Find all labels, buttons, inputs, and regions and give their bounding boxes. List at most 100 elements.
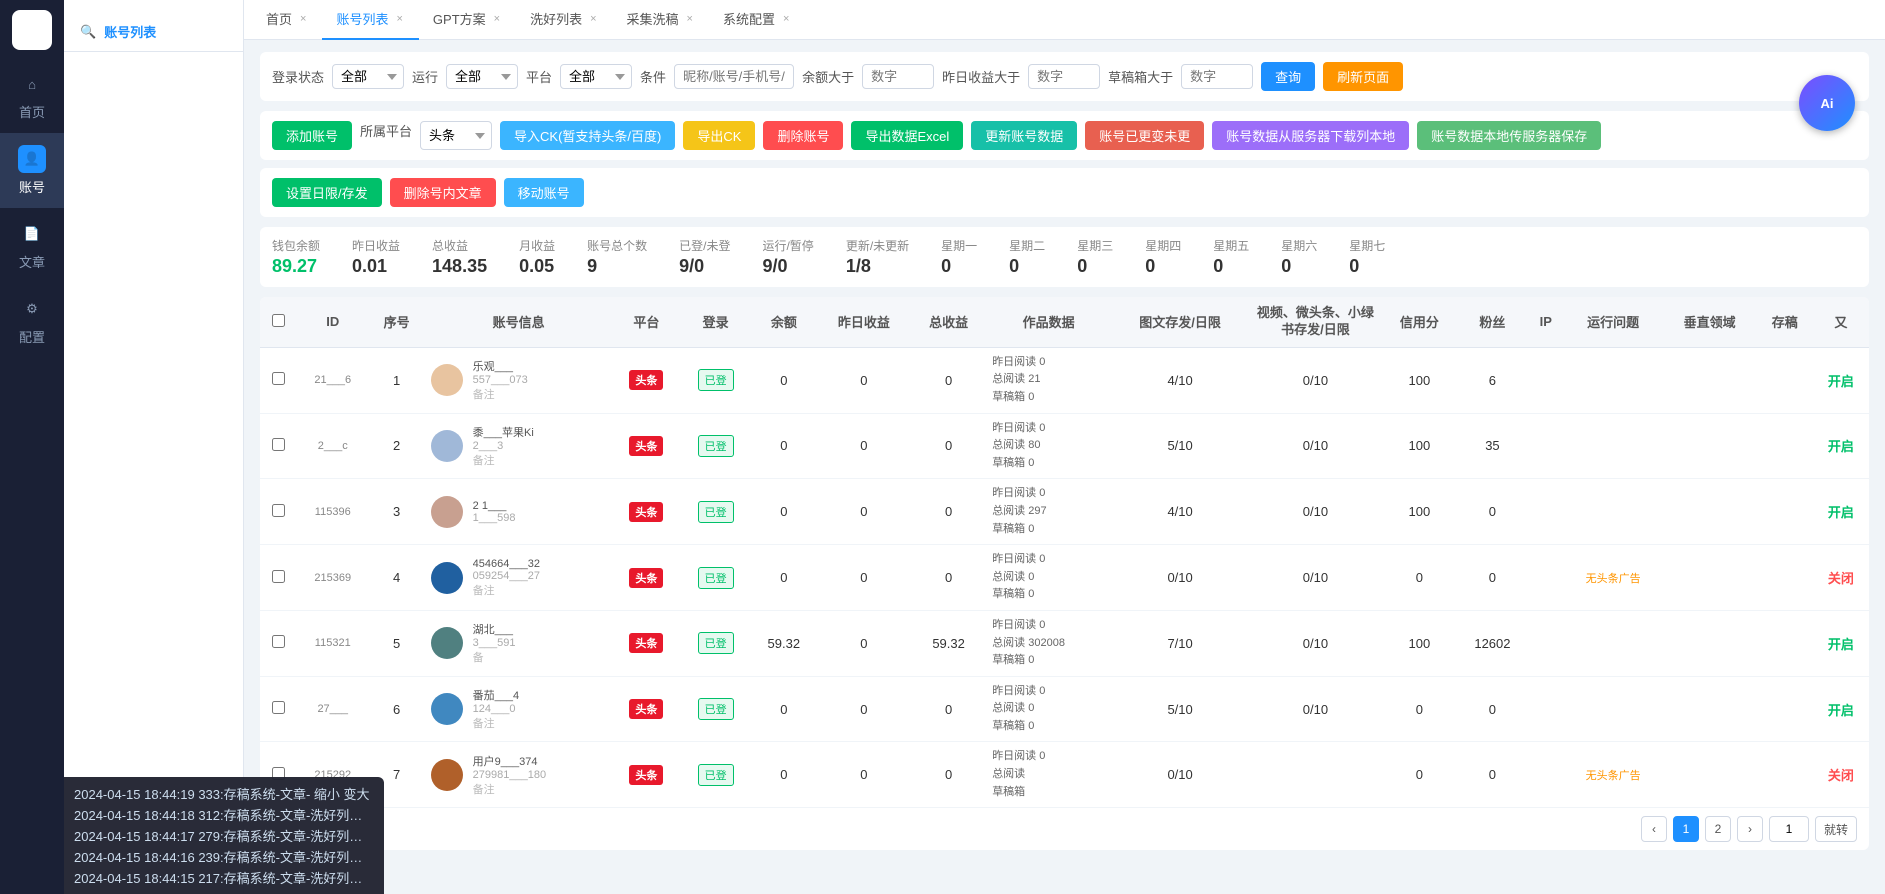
add-account-button[interactable]: 添加账号 [272, 121, 352, 150]
tab-gpt-close[interactable]: × [492, 13, 502, 25]
platform-select[interactable]: 全部头条百度 [560, 64, 632, 89]
row-checkbox[interactable] [260, 676, 297, 742]
row-draft [1757, 347, 1813, 413]
row-run-issue: 无头条广告 [1564, 545, 1663, 611]
row-works-data: 昨日阅读 0 总阅读 302008 草稿箱 0 [986, 610, 1111, 676]
row-fans: 0 [1457, 742, 1528, 808]
query-button[interactable]: 查询 [1261, 62, 1315, 91]
login-status-select[interactable]: 全部已登未登 [332, 64, 404, 89]
delete-content-button[interactable]: 删除号内文章 [390, 178, 496, 207]
sidebar-item-article[interactable]: 📄 文章 [0, 208, 64, 283]
col-draft: 存稿 [1757, 297, 1813, 347]
col-vertical: 垂直领域 [1662, 297, 1756, 347]
row-draft [1757, 610, 1813, 676]
balance-input[interactable] [862, 64, 934, 89]
search-input[interactable] [674, 64, 794, 89]
row-fans: 35 [1457, 413, 1528, 479]
row-account-info: 用户9___374 279981___180 备注 [425, 742, 613, 808]
row-checkbox[interactable] [260, 479, 297, 545]
row-draft [1757, 742, 1813, 808]
row-login: 已登 [680, 347, 751, 413]
row-seq: 3 [369, 479, 425, 545]
tab-wash-list-close[interactable]: × [588, 13, 598, 25]
row-balance: 0 [751, 545, 817, 611]
row-works-data: 昨日阅读 0 总阅读 0 草稿箱 0 [986, 545, 1111, 611]
col-fans: 粉丝 [1457, 297, 1528, 347]
table-row: 115321 5 湖北___ 3___591 备 头条 已登 59.32 0 5… [260, 610, 1869, 676]
tab-account-list-close[interactable]: × [394, 13, 404, 25]
next-page-btn[interactable]: › [1737, 816, 1763, 842]
set-limit-button[interactable]: 设置日限/存发 [272, 178, 382, 207]
accounts-table: ID 序号 账号信息 平台 登录 余额 昨日收益 总收益 作品数据 图文存发/日… [260, 297, 1869, 808]
row-total: 0 [911, 742, 986, 808]
table-row: 21___6 1 乐观___ 557___073 备注 头条 已登 0 0 0 … [260, 347, 1869, 413]
delete-account-button[interactable]: 删除账号 [763, 121, 843, 150]
row-credit: 0 [1382, 545, 1457, 611]
tab-system-config-close[interactable]: × [781, 13, 791, 25]
row-yesterday: 0 [817, 610, 911, 676]
row-balance: 0 [751, 742, 817, 808]
page-1-btn[interactable]: 1 [1673, 816, 1699, 842]
row-seq: 2 [369, 413, 425, 479]
main-panel: 首页 × 账号列表 × GPT方案 × 洗好列表 × 采集洗稿 × 系统配置 ×… [244, 0, 1885, 894]
sidebar-brand [12, 10, 52, 50]
page-2-btn[interactable]: 2 [1705, 816, 1731, 842]
select-all-checkbox[interactable] [272, 314, 285, 327]
tab-home[interactable]: 首页 × [252, 0, 322, 40]
tab-gpt[interactable]: GPT方案 × [419, 0, 516, 40]
row-platform: 头条 [612, 479, 680, 545]
row-login: 已登 [680, 676, 751, 742]
stat-sun: 星期七 0 [1349, 237, 1385, 277]
tab-wash-list[interactable]: 洗好列表 × [516, 0, 612, 40]
yesterday-income-input[interactable] [1028, 64, 1100, 89]
col-balance: 余额 [751, 297, 817, 347]
condition-label: 条件 [640, 67, 666, 86]
download-local-button[interactable]: 账号数据从服务器下载列本地 [1212, 121, 1409, 150]
stat-wed: 星期三 0 [1077, 237, 1113, 277]
sidebar-item-home[interactable]: ⌂ 首页 [0, 58, 64, 133]
table-row: 115396 3 2 1___ 1___598 头条 已登 0 0 0 昨日阅读… [260, 479, 1869, 545]
run-select[interactable]: 全部运行暂停 [446, 64, 518, 89]
row-yesterday: 0 [817, 413, 911, 479]
col-extra: 又 [1813, 297, 1869, 347]
platform-action-select[interactable]: 头条百度 [420, 121, 492, 150]
row-video-post: 0/10 [1249, 610, 1382, 676]
row-vertical [1662, 676, 1756, 742]
sidebar-item-config[interactable]: ⚙ 配置 [0, 283, 64, 358]
move-account-button[interactable]: 移动账号 [504, 178, 584, 207]
content-area: 登录状态 全部已登未登 运行 全部运行暂停 平台 全部头条百度 条件 余额大于 … [244, 40, 1885, 894]
row-checkbox[interactable] [260, 413, 297, 479]
ai-badge[interactable]: Ai [1799, 75, 1855, 131]
row-yesterday: 0 [817, 479, 911, 545]
tab-collect-close[interactable]: × [685, 13, 695, 25]
draft-input[interactable] [1181, 64, 1253, 89]
page-goto-input[interactable] [1769, 816, 1809, 842]
table-row: 27___ 6 番茄___4 124___0 备注 头条 已登 0 0 0 昨日… [260, 676, 1869, 742]
upload-server-button[interactable]: 账号数据本地传服务器保存 [1417, 121, 1601, 150]
row-balance: 0 [751, 676, 817, 742]
row-run-issue [1564, 347, 1663, 413]
refresh-button[interactable]: 刷新页面 [1323, 62, 1403, 91]
import-ck-button[interactable]: 导入CK(暂支持头条/百度) [500, 121, 675, 150]
row-checkbox[interactable] [260, 347, 297, 413]
row-platform: 头条 [612, 413, 680, 479]
tab-account-list[interactable]: 账号列表 × [322, 0, 418, 40]
row-checkbox[interactable] [260, 545, 297, 611]
update-data-button[interactable]: 更新账号数据 [971, 121, 1077, 150]
tab-collect[interactable]: 采集洗稿 × [613, 0, 709, 40]
tab-system-config[interactable]: 系统配置 × [709, 0, 805, 40]
page-goto-button[interactable]: 就转 [1815, 816, 1857, 842]
row-ip [1528, 610, 1564, 676]
row-status: 关闭 [1813, 545, 1869, 611]
sidebar-item-account[interactable]: 👤 账号 [0, 133, 64, 208]
col-yesterday-income: 昨日收益 [817, 297, 911, 347]
tab-home-close[interactable]: × [298, 13, 308, 25]
mark-changed-button[interactable]: 账号已更变未更 [1085, 121, 1204, 150]
prev-page-btn[interactable]: ‹ [1641, 816, 1667, 842]
row-checkbox[interactable] [260, 610, 297, 676]
stat-logged: 已登/未登 9/0 [679, 237, 730, 277]
export-ck-button[interactable]: 导出CK [683, 121, 755, 150]
row-ip [1528, 413, 1564, 479]
export-excel-button[interactable]: 导出数据Excel [851, 121, 963, 150]
row-fans: 0 [1457, 545, 1528, 611]
